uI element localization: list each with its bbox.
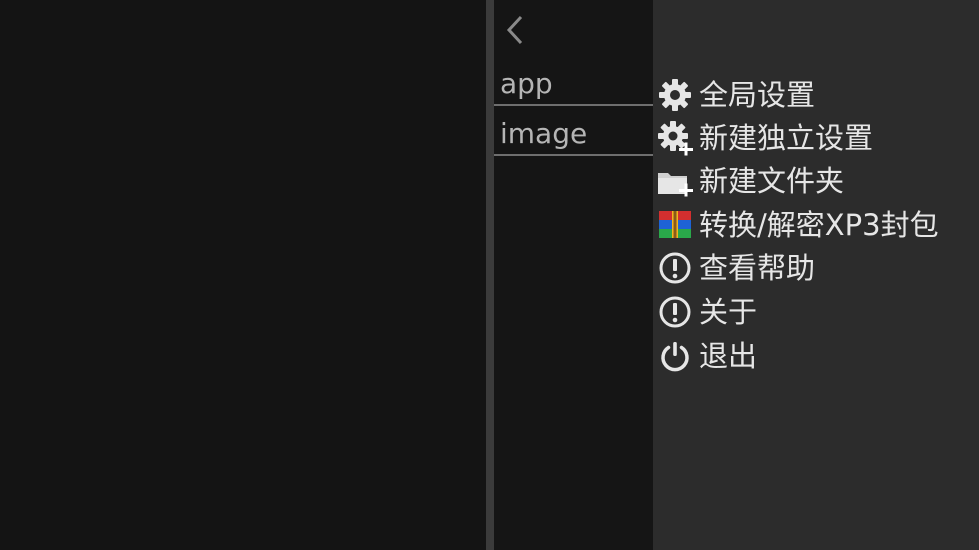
menu-item-label: 查看帮助 xyxy=(699,250,816,285)
gear-icon xyxy=(657,77,693,113)
menu-item-global-settings[interactable]: 全局设置 xyxy=(657,75,815,115)
menu-item-about[interactable]: 关于 xyxy=(657,292,757,332)
menu-item-label: 转换/解密XP3封包 xyxy=(699,207,939,242)
menu-item-label: 关于 xyxy=(699,294,758,329)
menu-item-exit[interactable]: 退出 xyxy=(657,336,757,376)
menu-item-convert-xp3[interactable]: 转换/解密XP3封包 xyxy=(657,205,939,245)
gear-add-icon xyxy=(657,120,693,156)
menu-item-label: 新建独立设置 xyxy=(699,120,874,155)
archive-icon xyxy=(657,207,693,243)
back-button[interactable] xyxy=(500,10,530,50)
menu-item-help[interactable]: 查看帮助 xyxy=(657,248,815,288)
file-item-image[interactable]: image xyxy=(494,108,653,156)
app-root: app image 全局设置 新建独立设置 新建文件夹 转换/解密XP3封包 查… xyxy=(0,0,979,550)
info-icon xyxy=(657,250,693,286)
menu-item-new-standalone-settings[interactable]: 新建独立设置 xyxy=(657,118,873,158)
options-menu: 全局设置 新建独立设置 新建文件夹 转换/解密XP3封包 查看帮助 关于 退出 xyxy=(653,0,979,550)
folder-add-icon xyxy=(657,163,693,199)
menu-item-label: 退出 xyxy=(699,338,758,373)
menu-item-new-folder[interactable]: 新建文件夹 xyxy=(657,161,844,201)
power-icon xyxy=(657,338,693,374)
file-item-label: image xyxy=(500,117,588,150)
file-item-app[interactable]: app xyxy=(494,58,653,106)
menu-item-label: 全局设置 xyxy=(699,77,816,112)
file-item-label: app xyxy=(500,67,553,100)
chevron-left-icon xyxy=(506,15,523,45)
info-icon xyxy=(657,294,693,330)
preview-pane xyxy=(0,0,486,550)
pane-divider[interactable] xyxy=(486,0,494,550)
file-list-pane: app image xyxy=(494,0,653,550)
menu-item-label: 新建文件夹 xyxy=(699,163,845,198)
